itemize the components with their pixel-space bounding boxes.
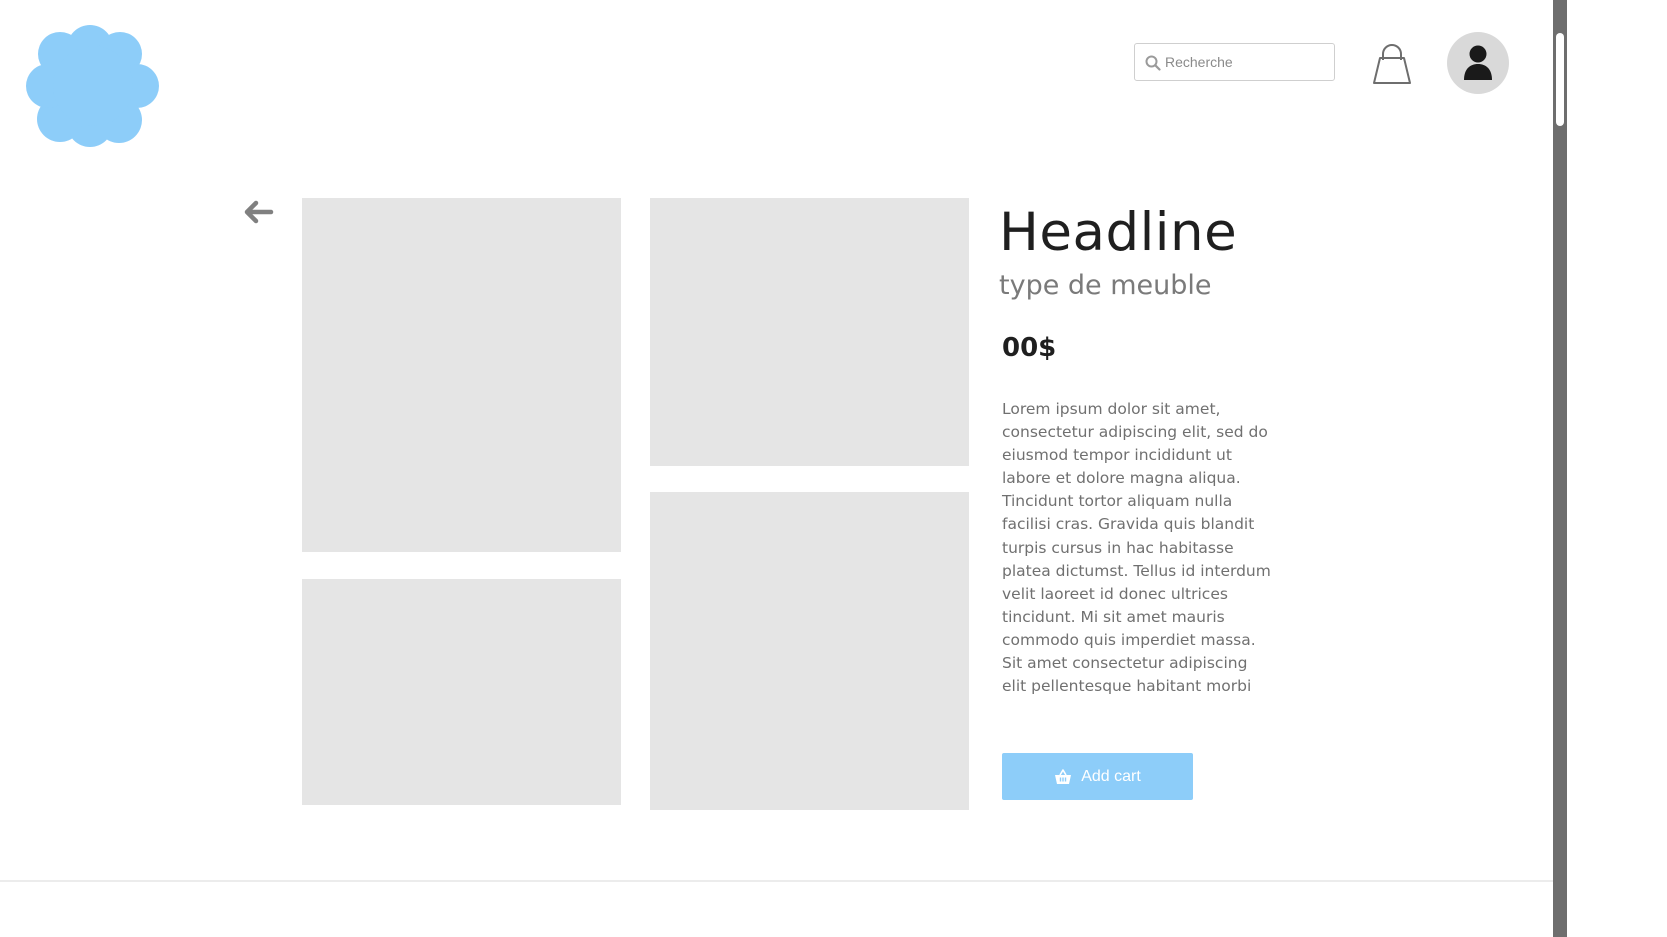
product-image-3[interactable] (302, 579, 621, 805)
scrollbar-thumb[interactable] (1556, 33, 1564, 126)
shopping-bag-icon[interactable] (1372, 40, 1412, 86)
page-footer-area (0, 882, 1553, 937)
product-type: type de meuble (999, 270, 1212, 301)
product-price: 00$ (1002, 333, 1057, 363)
basket-icon (1055, 768, 1072, 784)
user-avatar-button[interactable] (1447, 32, 1509, 94)
product-image-1[interactable] (302, 198, 621, 552)
product-image-2[interactable] (650, 198, 969, 466)
product-description: Lorem ipsum dolor sit amet, consectetur … (1002, 400, 1271, 696)
product-headline: Headline (999, 202, 1238, 263)
product-image-4[interactable] (650, 492, 969, 810)
user-icon (1464, 45, 1492, 80)
add-cart-label: Add cart (1081, 767, 1141, 785)
back-arrow-icon[interactable] (242, 198, 274, 228)
search-input[interactable] (1165, 44, 1330, 80)
brand-logo[interactable] (26, 24, 160, 148)
add-cart-button[interactable]: Add cart (1002, 753, 1193, 800)
vertical-scrollbar[interactable] (1553, 0, 1567, 937)
search-icon (1145, 55, 1161, 71)
search-box[interactable] (1134, 43, 1335, 81)
